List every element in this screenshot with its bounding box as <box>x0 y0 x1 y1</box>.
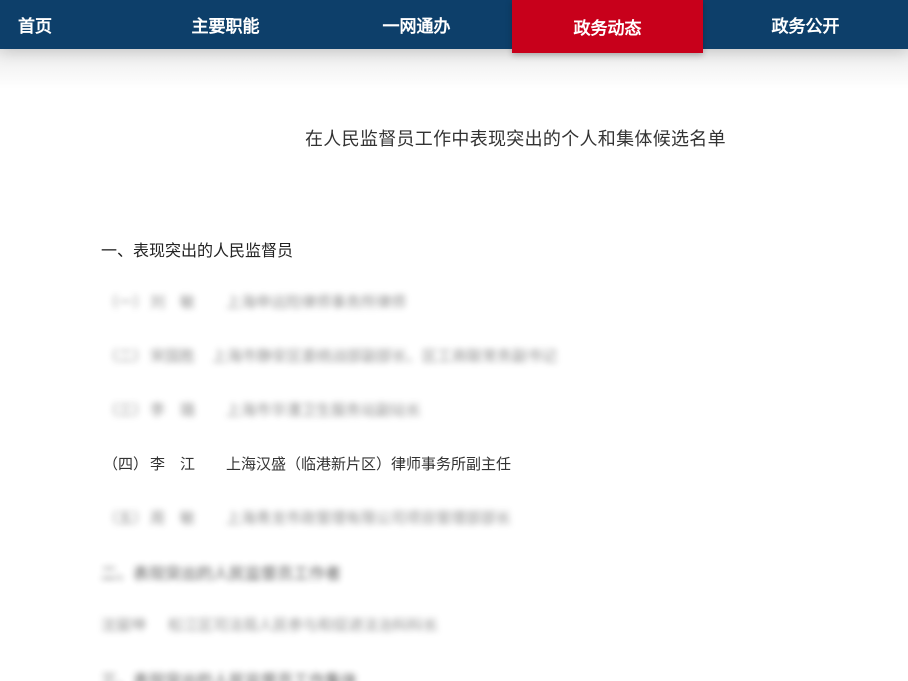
section-3-heading: 三、表现突出的人民监督员工作集体 <box>101 671 358 681</box>
top-navigation: 首页 主要职能 一网通办 政务动态 政务公开 <box>0 0 908 53</box>
list-item-name: 宋国胜 <box>150 347 196 365</box>
list-item-index: （三） <box>103 401 149 419</box>
list-item-name: 周 敏 <box>150 509 196 527</box>
nav-shadow <box>0 49 908 89</box>
list-item-desc: 上海青龙市政管理有限公司项目管理部部长 <box>226 509 512 527</box>
list-item-index: （四） <box>103 455 149 473</box>
list-item: 沈骏坤 松江区司法局人民参与和促进法治科科长 <box>101 614 438 635</box>
page: 首页 主要职能 一网通办 政务动态 政务公开 在人民监督员工作中表现突出的个人和… <box>0 0 908 681</box>
nav-item-government-disclosure[interactable]: 政务公开 <box>703 0 908 49</box>
list-item-desc: 上海市静安区委统战部副部长、区工商联常务副书记 <box>212 347 558 365</box>
list-item: （四） 李 江 上海汉盛（临港新片区）律师事务所副主任 <box>103 453 511 474</box>
section-1-heading: 一、表现突出的人民监督员 <box>101 241 294 260</box>
list-item-name: 沈骏坤 <box>101 616 147 634</box>
list-item-desc: 上海市华漕卫生服务站副站长 <box>226 401 422 419</box>
list-item-desc: 松江区司法局人民参与和促进法治科科长 <box>168 616 439 634</box>
list-item-name: 刘 敏 <box>150 293 196 311</box>
nav-item-main-functions[interactable]: 主要职能 <box>130 0 321 49</box>
list-item: （三） 李 璐 上海市华漕卫生服务站副站长 <box>103 399 421 420</box>
list-item-name: 李 璐 <box>150 401 196 419</box>
nav-item-home[interactable]: 首页 <box>0 0 130 49</box>
list-item-desc: 上海申远险律师事务所律师 <box>226 293 407 311</box>
list-item: （一） 刘 敏 上海申远险律师事务所律师 <box>103 291 406 312</box>
list-item-name: 李 江 <box>150 455 196 473</box>
section-2-heading: 二、表现突出的人民监督员工作者 <box>101 564 342 583</box>
nav-item-one-network[interactable]: 一网通办 <box>321 0 512 49</box>
list-item-desc: 上海汉盛（临港新片区）律师事务所副主任 <box>226 455 512 473</box>
article-title: 在人民监督员工作中表现突出的个人和集体候选名单 <box>305 129 726 150</box>
list-item: （五） 周 敏 上海青龙市政管理有限公司项目管理部部长 <box>103 507 511 528</box>
list-item: （二） 宋国胜 上海市静安区委统战部副部长、区工商联常务副书记 <box>103 345 557 366</box>
list-item-index: （一） <box>103 293 149 311</box>
list-item-index: （二） <box>103 347 149 365</box>
nav-item-government-news[interactable]: 政务动态 <box>512 0 703 53</box>
list-item-index: （五） <box>103 509 149 527</box>
